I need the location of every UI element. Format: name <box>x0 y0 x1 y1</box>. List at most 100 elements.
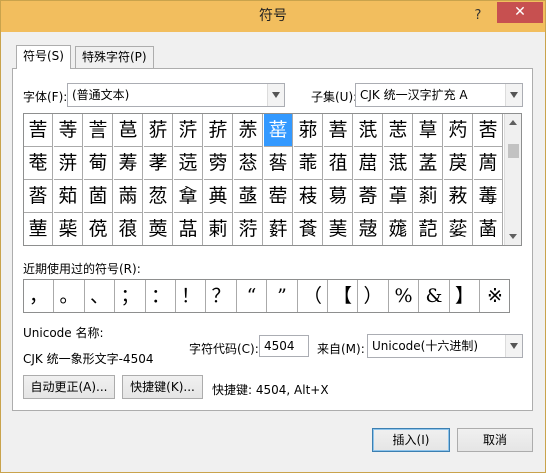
symbol-cell[interactable]: 䓧 <box>234 180 263 213</box>
recent-symbol-cell[interactable]: 、 <box>85 280 115 312</box>
symbol-cell[interactable]: 䓚 <box>324 147 353 180</box>
symbol-cell[interactable]: 䓃 <box>114 114 143 147</box>
recent-symbol-cell[interactable]: ， <box>24 280 54 312</box>
chevron-down-icon[interactable] <box>505 335 522 357</box>
symbol-cell[interactable]: 䓍 <box>414 114 443 147</box>
recent-symbol-cell[interactable]: “ <box>237 280 267 312</box>
chevron-down-icon[interactable] <box>505 84 522 106</box>
symbol-cell[interactable]: 䓴 <box>144 213 173 245</box>
symbol-cell[interactable]: 䓄 <box>144 114 173 147</box>
symbol-cell[interactable]: 䓲 <box>84 213 113 245</box>
symbol-cell[interactable]: 䓋 <box>354 114 383 147</box>
symbol-cell[interactable]: 䓦 <box>204 180 233 213</box>
symbol-cell[interactable]: 䓌 <box>384 114 413 147</box>
symbol-cell[interactable]: 䓘 <box>264 147 293 180</box>
symbol-cell[interactable]: 䔄 <box>264 114 293 147</box>
symbol-grid[interactable]: 䓀䓁䓂䓃䓄䓅䓆䓇䔄䓉䓊䓋䓌䓍䓎䓏䓐䓑䓒䓓䓔䓕䓖䓗䓘䓙䓚䓛䓜䓝䓞䓟䓠䓡䓢䓣䓤䓥䓦䓧… <box>23 113 522 246</box>
symbol-cell[interactable]: 䓫 <box>354 180 383 213</box>
symbol-cell[interactable]: 䓓 <box>114 147 143 180</box>
symbol-cell[interactable]: 䓸 <box>264 213 293 245</box>
symbol-cell[interactable]: 䓝 <box>414 147 443 180</box>
symbol-cell[interactable]: 䓩 <box>294 180 323 213</box>
symbol-cell[interactable]: 䓹 <box>294 213 323 245</box>
recent-symbol-cell[interactable]: ； <box>115 280 146 312</box>
help-icon[interactable]: ? <box>469 7 487 25</box>
symbol-cell[interactable]: 䓳 <box>114 213 143 245</box>
symbol-cell[interactable]: 䓅 <box>174 114 203 147</box>
symbol-cell[interactable]: 䓯 <box>474 180 503 213</box>
symbol-cell[interactable]: 䓱 <box>54 213 83 245</box>
symbol-cell[interactable]: 䓾 <box>444 213 473 245</box>
recent-symbol-cell[interactable]: 【 <box>328 280 358 312</box>
symbol-cell[interactable]: 䓜 <box>384 147 413 180</box>
symbol-cell[interactable]: 䓆 <box>204 114 233 147</box>
symbol-cell[interactable]: 䓂 <box>84 114 113 147</box>
recent-symbol-cell[interactable]: ： <box>146 280 176 312</box>
symbol-cell[interactable]: 䓮 <box>444 180 473 213</box>
subset-select[interactable]: CJK 统一汉字扩充 A <box>355 83 523 107</box>
recent-symbol-cell[interactable]: ） <box>358 280 389 312</box>
title-bar[interactable]: 符号 ? ✕ <box>1 1 545 32</box>
symbol-cell[interactable]: 䓔 <box>144 147 173 180</box>
tab-symbols[interactable]: 符号(S) <box>16 45 71 69</box>
symbol-cell[interactable]: 䓤 <box>144 180 173 213</box>
symbol-cell[interactable]: 䓛 <box>354 147 383 180</box>
symbol-cell[interactable]: 䓟 <box>474 147 503 180</box>
recent-symbol-cell[interactable]: 】 <box>450 280 480 312</box>
symbol-cell[interactable]: 䓗 <box>234 147 263 180</box>
scroll-down-icon[interactable] <box>505 228 521 245</box>
symbol-cell[interactable]: 䓨 <box>264 180 293 213</box>
symbol-cell[interactable]: 䓡 <box>54 180 83 213</box>
symbol-cell[interactable]: 䓏 <box>474 114 503 147</box>
insert-button[interactable]: 插入(I) <box>372 428 450 452</box>
symbol-cell[interactable]: 䓵 <box>174 213 203 245</box>
symbol-cell[interactable]: 䓉 <box>294 114 323 147</box>
recent-symbol-cell[interactable]: ！ <box>176 280 206 312</box>
symbol-cell[interactable]: 䓰 <box>24 213 53 245</box>
scroll-thumb[interactable] <box>508 144 519 158</box>
close-icon[interactable]: ✕ <box>497 2 543 23</box>
font-select[interactable]: (普通文本) <box>67 83 285 107</box>
recent-symbol-cell[interactable]: ※ <box>480 280 510 312</box>
symbol-cell[interactable]: 䓠 <box>24 180 53 213</box>
scroll-up-icon[interactable] <box>505 114 521 131</box>
symbol-cell[interactable]: 䓐 <box>24 147 53 180</box>
recent-symbol-cell[interactable]: ？ <box>206 280 237 312</box>
recent-symbol-cell[interactable]: 。 <box>54 280 85 312</box>
symbol-cell[interactable]: 䓥 <box>174 180 203 213</box>
chevron-down-icon[interactable] <box>267 84 284 106</box>
symbol-cell[interactable]: 䓷 <box>234 213 263 245</box>
recent-symbol-cell[interactable]: ” <box>267 280 298 312</box>
symbol-cell[interactable]: 䓪 <box>324 180 353 213</box>
symbol-cell[interactable]: 䓊 <box>324 114 353 147</box>
symbol-cell[interactable]: 䓙 <box>294 147 323 180</box>
symbol-cell[interactable]: 䓼 <box>384 213 413 245</box>
symbol-cell[interactable]: 䓻 <box>354 213 383 245</box>
autocorrect-button[interactable]: 自动更正(A)... <box>23 375 115 399</box>
recent-symbol-cell[interactable]: （ <box>298 280 328 312</box>
symbol-cell[interactable]: 䓖 <box>204 147 233 180</box>
symbol-cell[interactable]: 䓺 <box>324 213 353 245</box>
char-code-input[interactable]: 4504 <box>259 335 309 357</box>
symbol-cell[interactable]: 䓢 <box>84 180 113 213</box>
symbol-cell[interactable]: 䓿 <box>474 213 503 245</box>
symbol-cell[interactable]: 䓬 <box>384 180 413 213</box>
cancel-button[interactable]: 取消 <box>457 428 533 452</box>
symbol-cell[interactable]: 䓞 <box>444 147 473 180</box>
shortcut-key-button[interactable]: 快捷键(K)... <box>122 375 203 399</box>
recent-symbol-cell[interactable]: & <box>419 280 450 312</box>
from-select[interactable]: Unicode(十六进制) <box>367 334 523 358</box>
symbol-cell[interactable]: 䓽 <box>414 213 443 245</box>
symbol-cell[interactable]: 䓭 <box>414 180 443 213</box>
symbol-cell[interactable]: 䓁 <box>54 114 83 147</box>
symbol-cell[interactable]: 䓎 <box>444 114 473 147</box>
recent-symbol-cell[interactable]: % <box>389 280 419 312</box>
symbol-cell[interactable]: 䓇 <box>234 114 263 147</box>
symbol-cell[interactable]: 䓀 <box>24 114 53 147</box>
symbol-cell[interactable]: 䓶 <box>204 213 233 245</box>
grid-scrollbar[interactable] <box>504 114 521 245</box>
symbol-cell[interactable]: 䓣 <box>114 180 143 213</box>
symbol-cell[interactable]: 䓑 <box>54 147 83 180</box>
symbol-cell[interactable]: 䓕 <box>174 147 203 180</box>
symbol-cell[interactable]: 䓒 <box>84 147 113 180</box>
